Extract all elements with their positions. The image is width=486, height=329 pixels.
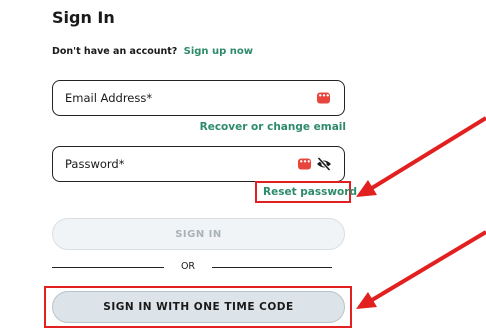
password-field[interactable]: Password* ••• xyxy=(52,146,345,182)
divider-text: OR xyxy=(180,261,196,272)
divider-line-left xyxy=(52,267,164,268)
signup-prompt: Don't have an account? Sign up now xyxy=(52,46,253,57)
or-divider: OR xyxy=(52,261,332,273)
email-field[interactable]: Email Address* ••• xyxy=(52,80,345,116)
password-field-label: Password* xyxy=(65,157,125,171)
password-manager-icon[interactable]: ••• xyxy=(298,158,311,170)
email-field-label: Email Address* xyxy=(65,91,153,105)
sign-in-button[interactable]: SIGN IN xyxy=(52,218,345,250)
one-time-code-button[interactable]: SIGN IN WITH ONE TIME CODE xyxy=(52,291,345,323)
signup-prompt-text: Don't have an account? xyxy=(52,46,178,57)
page-title: Sign In xyxy=(52,8,115,27)
annotation-arrowhead-otc xyxy=(356,292,377,309)
annotation-arrow-otc xyxy=(370,230,486,302)
annotation-arrow-reset xyxy=(370,116,486,190)
annotation-arrowhead-reset xyxy=(356,180,377,197)
reset-password-link[interactable]: Reset password xyxy=(263,186,357,198)
divider-line-right xyxy=(212,267,332,268)
eye-slash-icon[interactable] xyxy=(316,157,332,171)
signup-link[interactable]: Sign up now xyxy=(184,46,253,57)
recover-email-link[interactable]: Recover or change email xyxy=(200,121,346,133)
password-manager-icon[interactable]: ••• xyxy=(317,92,330,104)
